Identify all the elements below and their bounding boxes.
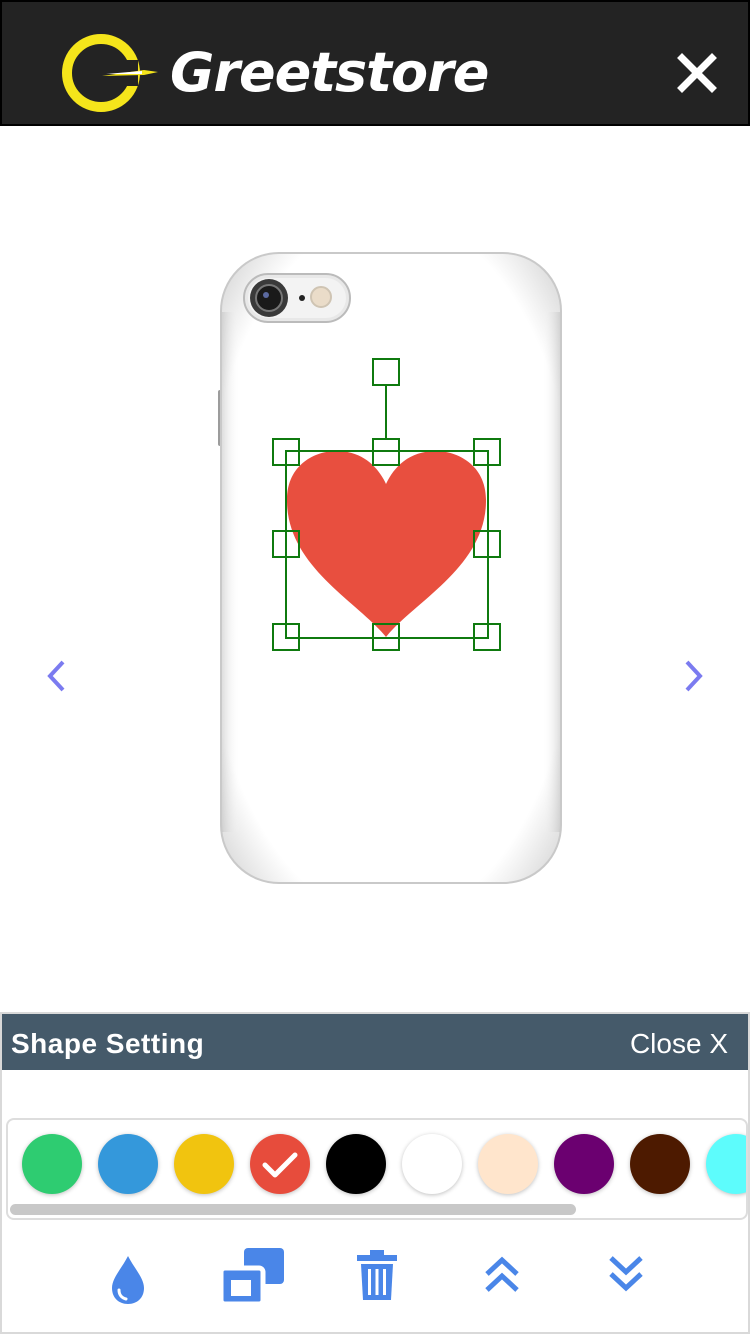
previous-arrow-icon[interactable] [40,656,74,696]
swatch-green[interactable] [22,1134,82,1194]
shape-toolbar [2,1238,748,1328]
swatch-blue[interactable] [98,1134,158,1194]
chevrons-down-icon[interactable] [606,1238,646,1308]
panel-header: Shape Setting Close X [2,1014,748,1070]
panel-close-button[interactable]: Close X [630,1028,728,1060]
checkmark-icon [262,1152,298,1178]
brand-name: Greetstore [170,41,489,104]
swatch-cyan[interactable] [706,1134,746,1194]
swatch-bisque[interactable] [478,1134,538,1194]
swatch-purple[interactable] [554,1134,614,1194]
horizontal-scrollbar[interactable] [10,1204,576,1215]
trash-icon[interactable] [354,1238,400,1308]
swatch-yellow[interactable] [174,1134,234,1194]
phone-case-mockup [218,252,562,884]
panel-title: Shape Setting [11,1028,205,1059]
chevrons-up-icon[interactable] [482,1238,522,1308]
color-swatches [22,1134,746,1196]
swatch-white[interactable] [402,1134,462,1194]
app-header: Greetstore [0,0,750,126]
next-arrow-icon[interactable] [676,656,710,696]
swatch-black[interactable] [326,1134,386,1194]
close-icon[interactable] [674,50,720,96]
swatch-brown[interactable] [630,1134,690,1194]
color-swatch-strip[interactable] [6,1118,748,1220]
shape-setting-panel: Shape Setting Close X [0,1012,750,1334]
droplet-icon[interactable] [106,1238,150,1308]
duplicate-icon[interactable] [218,1238,288,1308]
swatch-red[interactable] [250,1134,310,1194]
greetstore-logo-icon [62,34,158,112]
